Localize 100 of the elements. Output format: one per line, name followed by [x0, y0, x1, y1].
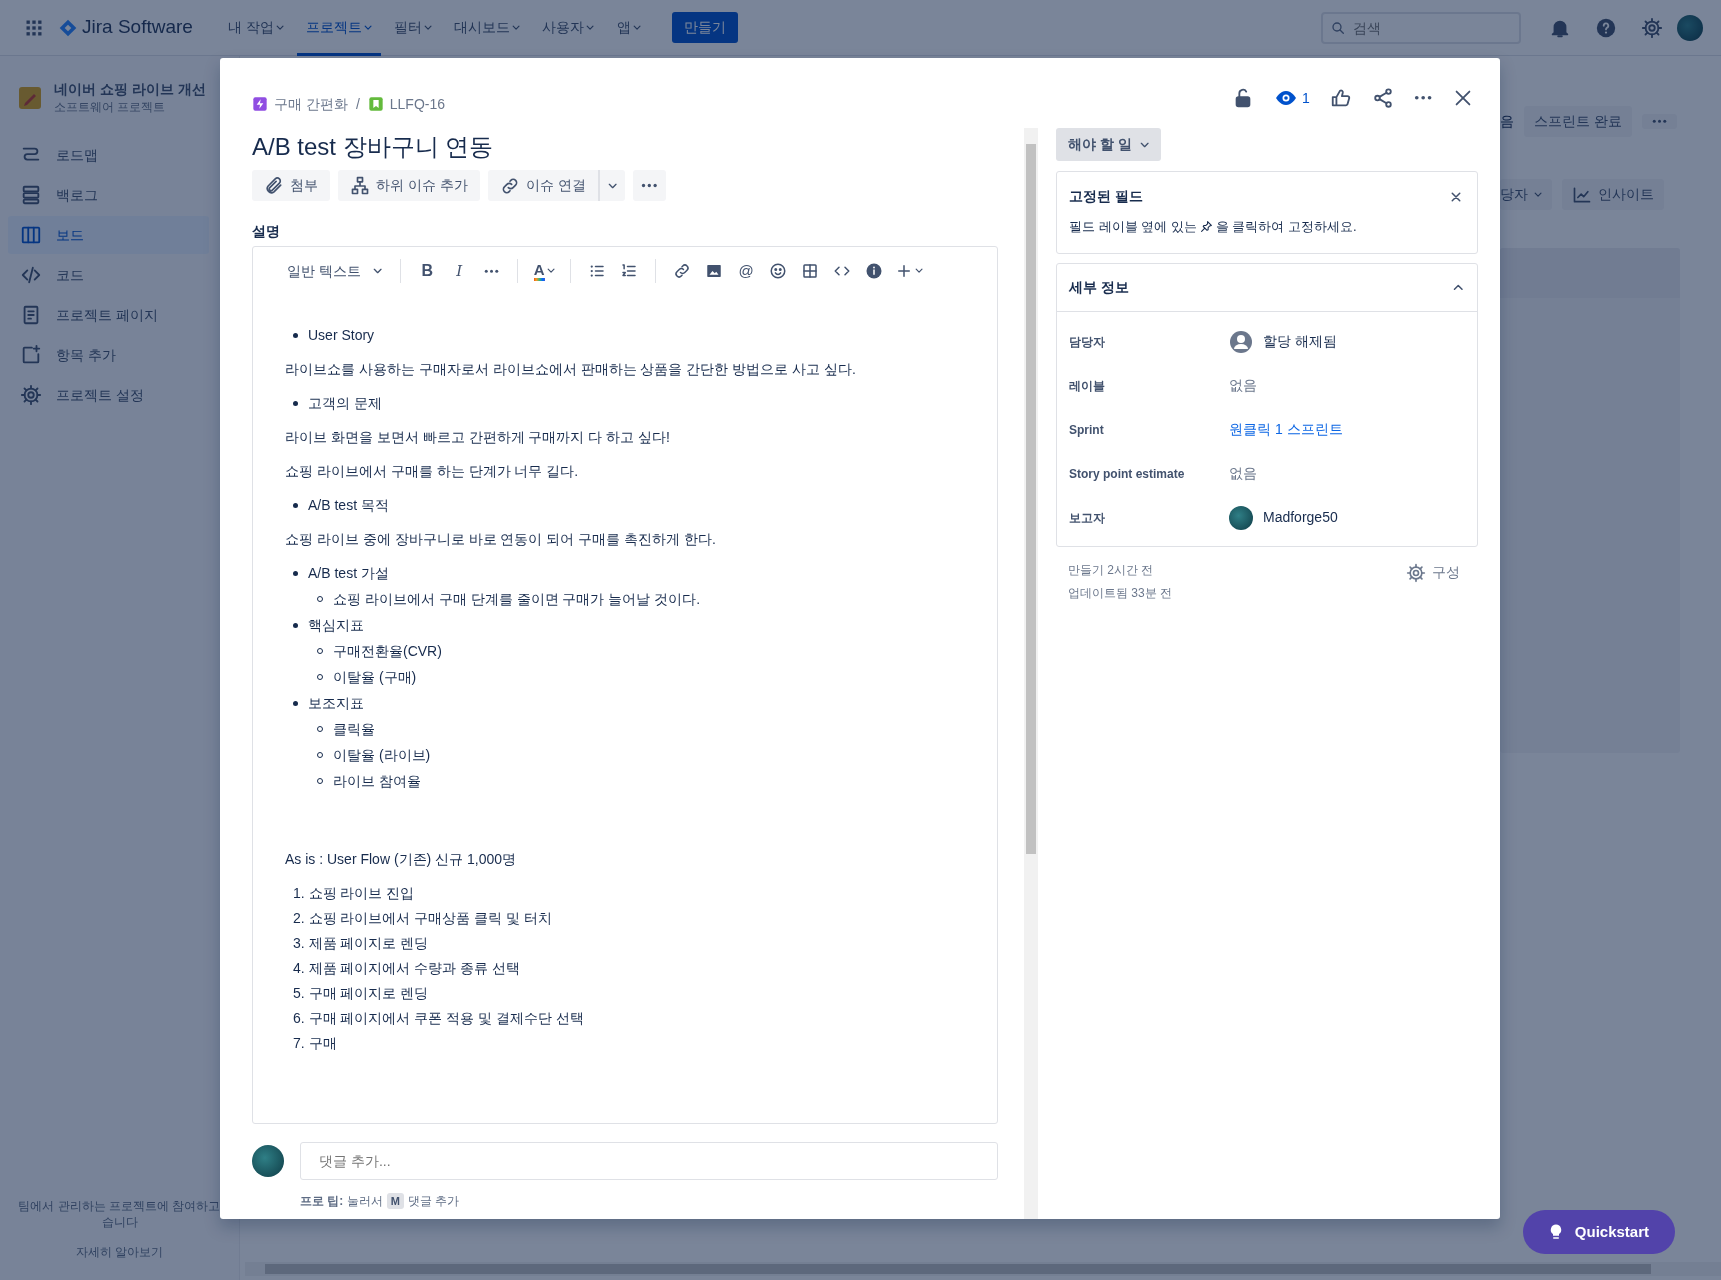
share-icon[interactable] [1371, 87, 1394, 109]
mention-button[interactable]: @ [732, 255, 761, 287]
add-child-issue-button[interactable]: 하위 이슈 추가 [338, 170, 480, 201]
paragraph-text: 쇼핑 라이브 중에 장바구니로 바로 연동이 되어 구매를 촉진하게 한다. [285, 530, 717, 549]
chevron-down-icon [275, 24, 284, 31]
pin-icon [1199, 220, 1213, 234]
project-type: 소프트웨어 프로젝트 [54, 99, 167, 116]
sidebar-item[interactable]: 코드 [8, 256, 209, 294]
watch-button[interactable]: 1 [1269, 82, 1314, 114]
nav-menu[interactable]: 내 작업 [218, 0, 293, 56]
text-color-button[interactable]: A [530, 255, 559, 287]
link-issue-button[interactable]: 이슈 연결 [487, 170, 598, 201]
help-icon[interactable] [1595, 16, 1617, 39]
settings-icon[interactable] [1641, 16, 1663, 39]
more-icon [641, 183, 658, 188]
project-name: 네이버 쇼핑 라이브 개선 [54, 80, 206, 98]
scrollbar[interactable] [1024, 128, 1038, 1219]
sidebar-item[interactable]: 프로젝트 페이지 [8, 296, 209, 334]
nav-menu[interactable]: 필터 [385, 0, 442, 56]
sprint-link[interactable]: 원클릭 1 스프린트 [1229, 419, 1343, 440]
attach-button[interactable]: 첨부 [252, 170, 330, 201]
footer-text: 팀에서 관리하는 프로젝트에 참여하고 [17, 1198, 222, 1214]
field-value[interactable]: Madforge50 [1263, 507, 1338, 528]
field-value[interactable]: 없음 [1229, 463, 1257, 484]
more-icon[interactable] [483, 268, 499, 274]
configure-button[interactable]: 구성 [1400, 558, 1466, 587]
chevron-up-icon[interactable] [1452, 283, 1463, 291]
updated-time: 업데이트됨 33분 전 [1068, 584, 1172, 602]
project-icon [18, 86, 42, 110]
more-icon [1651, 119, 1667, 124]
list-item-text: A/B test 목적 [308, 496, 389, 515]
bold-button[interactable]: B [413, 255, 442, 287]
logo-icon [58, 17, 78, 38]
chevron-down-icon [363, 24, 373, 31]
nav-menu[interactable]: 프로젝트 [296, 0, 382, 56]
search-icon [1330, 19, 1346, 36]
italic-button[interactable]: I [445, 255, 474, 287]
paragraph-text: 쇼핑 라이브에서 구매를 하는 단계가 너무 길다. [285, 462, 580, 481]
issue-title[interactable]: A/B test 장바구니 연동 [252, 130, 998, 164]
link-icon[interactable] [673, 262, 692, 280]
nav-menu[interactable]: 사용자 [533, 0, 604, 56]
breadcrumb-link[interactable]: LLFQ-16 [367, 93, 446, 115]
sidebar-item[interactable]: 백로그 [8, 176, 209, 214]
chevron-down-icon [546, 268, 555, 274]
bullet-dot [293, 332, 298, 338]
partial-text: 음 [1500, 112, 1514, 131]
bullet-dot [293, 502, 298, 508]
list-item-text: 이탈율 (라이브) [333, 746, 431, 765]
scrollbar[interactable] [245, 1262, 1721, 1276]
image-icon[interactable] [705, 262, 724, 280]
nav-menu[interactable]: 앱 [607, 0, 650, 56]
more-icon[interactable] [1413, 95, 1432, 101]
smiley-icon[interactable] [769, 262, 788, 280]
sidebar-item[interactable]: 항목 추가 [8, 336, 209, 374]
text-style-dropdown[interactable]: 일반 텍스트 [281, 255, 389, 287]
chevron-down-icon [1534, 191, 1543, 198]
bullet-list-icon[interactable] [588, 262, 607, 280]
hint-text: 필드 레이블 옆에 있는 [1069, 218, 1197, 236]
chevron-down-icon[interactable] [915, 268, 924, 274]
description-label: 설명 [252, 222, 281, 241]
chevron-down-icon [424, 24, 433, 31]
user-avatar [252, 1145, 284, 1177]
more-button[interactable] [633, 170, 666, 201]
comment-field[interactable]: 댓글 추가... [300, 1142, 998, 1180]
tip-text: 댓글 추가 [407, 1193, 460, 1210]
list-item-text: 핵심지표 [308, 616, 364, 635]
table-icon[interactable] [801, 262, 820, 280]
nav-menu[interactable]: 대시보드 [445, 0, 530, 56]
search-field[interactable]: 검색 [1321, 11, 1521, 44]
bullet-dot [293, 622, 298, 628]
sidebar-item[interactable]: 보드 [8, 216, 209, 254]
create-button[interactable]: 만들기 [671, 12, 738, 43]
field-value[interactable]: 없음 [1229, 375, 1257, 396]
paragraph-text: As is : User Flow (기존) 신규 1,000명 [285, 850, 518, 869]
list-item-text: 보조지표 [308, 694, 364, 713]
app-logo[interactable]: Jira Software [58, 13, 193, 42]
list-item-text: User Story [308, 326, 375, 345]
more-button[interactable] [1641, 114, 1677, 129]
breadcrumb-link[interactable]: 구매 간편화 [252, 93, 348, 115]
field-label: 보고자 [1069, 509, 1106, 527]
user-avatar[interactable] [1677, 14, 1703, 41]
list-item-text: 7. 구매 [293, 1035, 337, 1051]
complete-sprint-button[interactable]: 스프린트 완료 [1524, 106, 1632, 137]
quickstart-button[interactable]: Quickstart [1522, 1210, 1675, 1254]
insights-button[interactable]: 인사이트 [1562, 179, 1665, 210]
thumbs-up-icon[interactable] [1329, 87, 1352, 109]
status-dropdown[interactable]: 해야 할 일 [1056, 128, 1162, 161]
field-label: Sprint [1069, 421, 1105, 439]
field-value[interactable]: 할당 해제됨 [1263, 331, 1337, 352]
sidebar-item[interactable]: 프로젝트 설정 [8, 376, 209, 414]
filter-button[interactable]: 당자 [1500, 179, 1553, 210]
sidebar-item[interactable]: 로드맵 [8, 136, 209, 174]
created-time: 만들기 2시간 전 [1068, 561, 1155, 579]
chevron-down-icon [632, 24, 641, 31]
add-item-icon [20, 344, 42, 366]
chevron-down-icon [512, 24, 521, 31]
user-avatar [1229, 505, 1253, 530]
learn-more-link[interactable]: 자세히 알아보기 [75, 1244, 164, 1260]
info-icon[interactable] [865, 262, 884, 280]
list-item-text: 클릭율 [333, 720, 375, 739]
